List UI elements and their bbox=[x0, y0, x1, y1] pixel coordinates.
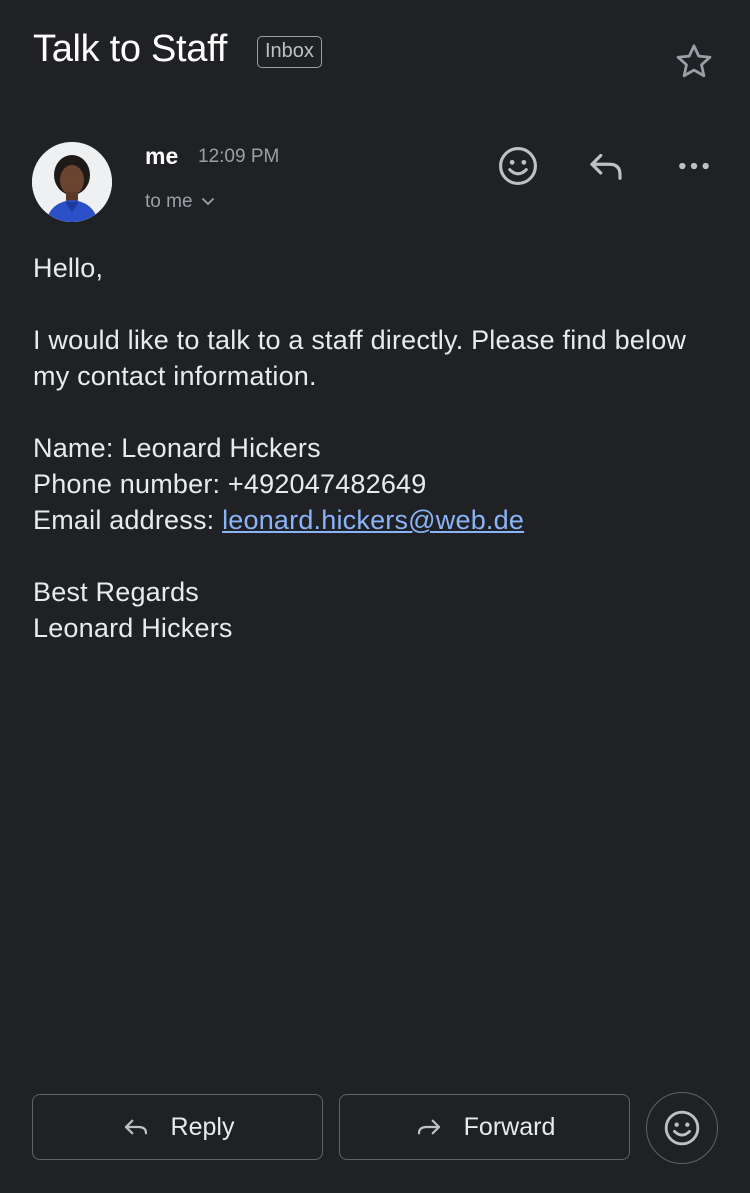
recipient-label: to me bbox=[145, 191, 193, 212]
closing: Best Regards bbox=[33, 577, 199, 607]
email-link[interactable]: leonard.hickers@web.de bbox=[222, 505, 524, 535]
contact-phone[interactable]: Phone number: +492047482649 bbox=[33, 466, 713, 502]
avatar[interactable] bbox=[32, 142, 112, 222]
recipient-toggle[interactable]: to me bbox=[145, 191, 215, 213]
more-options-icon bbox=[679, 162, 709, 170]
sender-name: me bbox=[145, 143, 179, 169]
email-subject: Talk to Staff bbox=[33, 28, 227, 70]
reply-button[interactable]: Reply bbox=[32, 1094, 323, 1160]
forward-icon bbox=[417, 1119, 440, 1135]
inbox-label-chip[interactable]: Inbox bbox=[257, 36, 322, 68]
forward-label: Forward bbox=[463, 1112, 556, 1141]
greeting: Hello, bbox=[33, 253, 104, 283]
signature: Leonard Hickers bbox=[33, 613, 233, 643]
reply-icon-button[interactable] bbox=[582, 142, 630, 190]
emoji-reaction-icon bbox=[499, 147, 537, 185]
star-button[interactable] bbox=[672, 40, 716, 84]
email-body: Hello, I would like to talk to a staff d… bbox=[33, 250, 713, 646]
react-button[interactable] bbox=[494, 142, 542, 190]
reply-label: Reply bbox=[170, 1112, 235, 1141]
contact-email-line: Email address: leonard.hickers@web.de bbox=[33, 502, 713, 538]
star-icon bbox=[676, 44, 712, 78]
emoji-reaction-icon bbox=[664, 1110, 700, 1146]
forward-button[interactable]: Forward bbox=[339, 1094, 630, 1160]
chevron-down-icon bbox=[201, 198, 214, 206]
more-options-button[interactable] bbox=[670, 142, 718, 190]
message-time: 12:09 PM bbox=[198, 146, 280, 167]
emoji-reaction-button[interactable] bbox=[646, 1092, 718, 1164]
body-paragraph: I would like to talk to a staff directly… bbox=[33, 325, 687, 391]
contact-name: Name: Leonard Hickers bbox=[33, 433, 321, 463]
email-prefix: Email address: bbox=[33, 505, 223, 535]
email-view: Talk to Staff Inbox me 12:09 PM to me He… bbox=[0, 0, 750, 1193]
avatar-image bbox=[32, 142, 112, 222]
reply-icon bbox=[590, 153, 622, 180]
reply-icon bbox=[124, 1119, 147, 1135]
